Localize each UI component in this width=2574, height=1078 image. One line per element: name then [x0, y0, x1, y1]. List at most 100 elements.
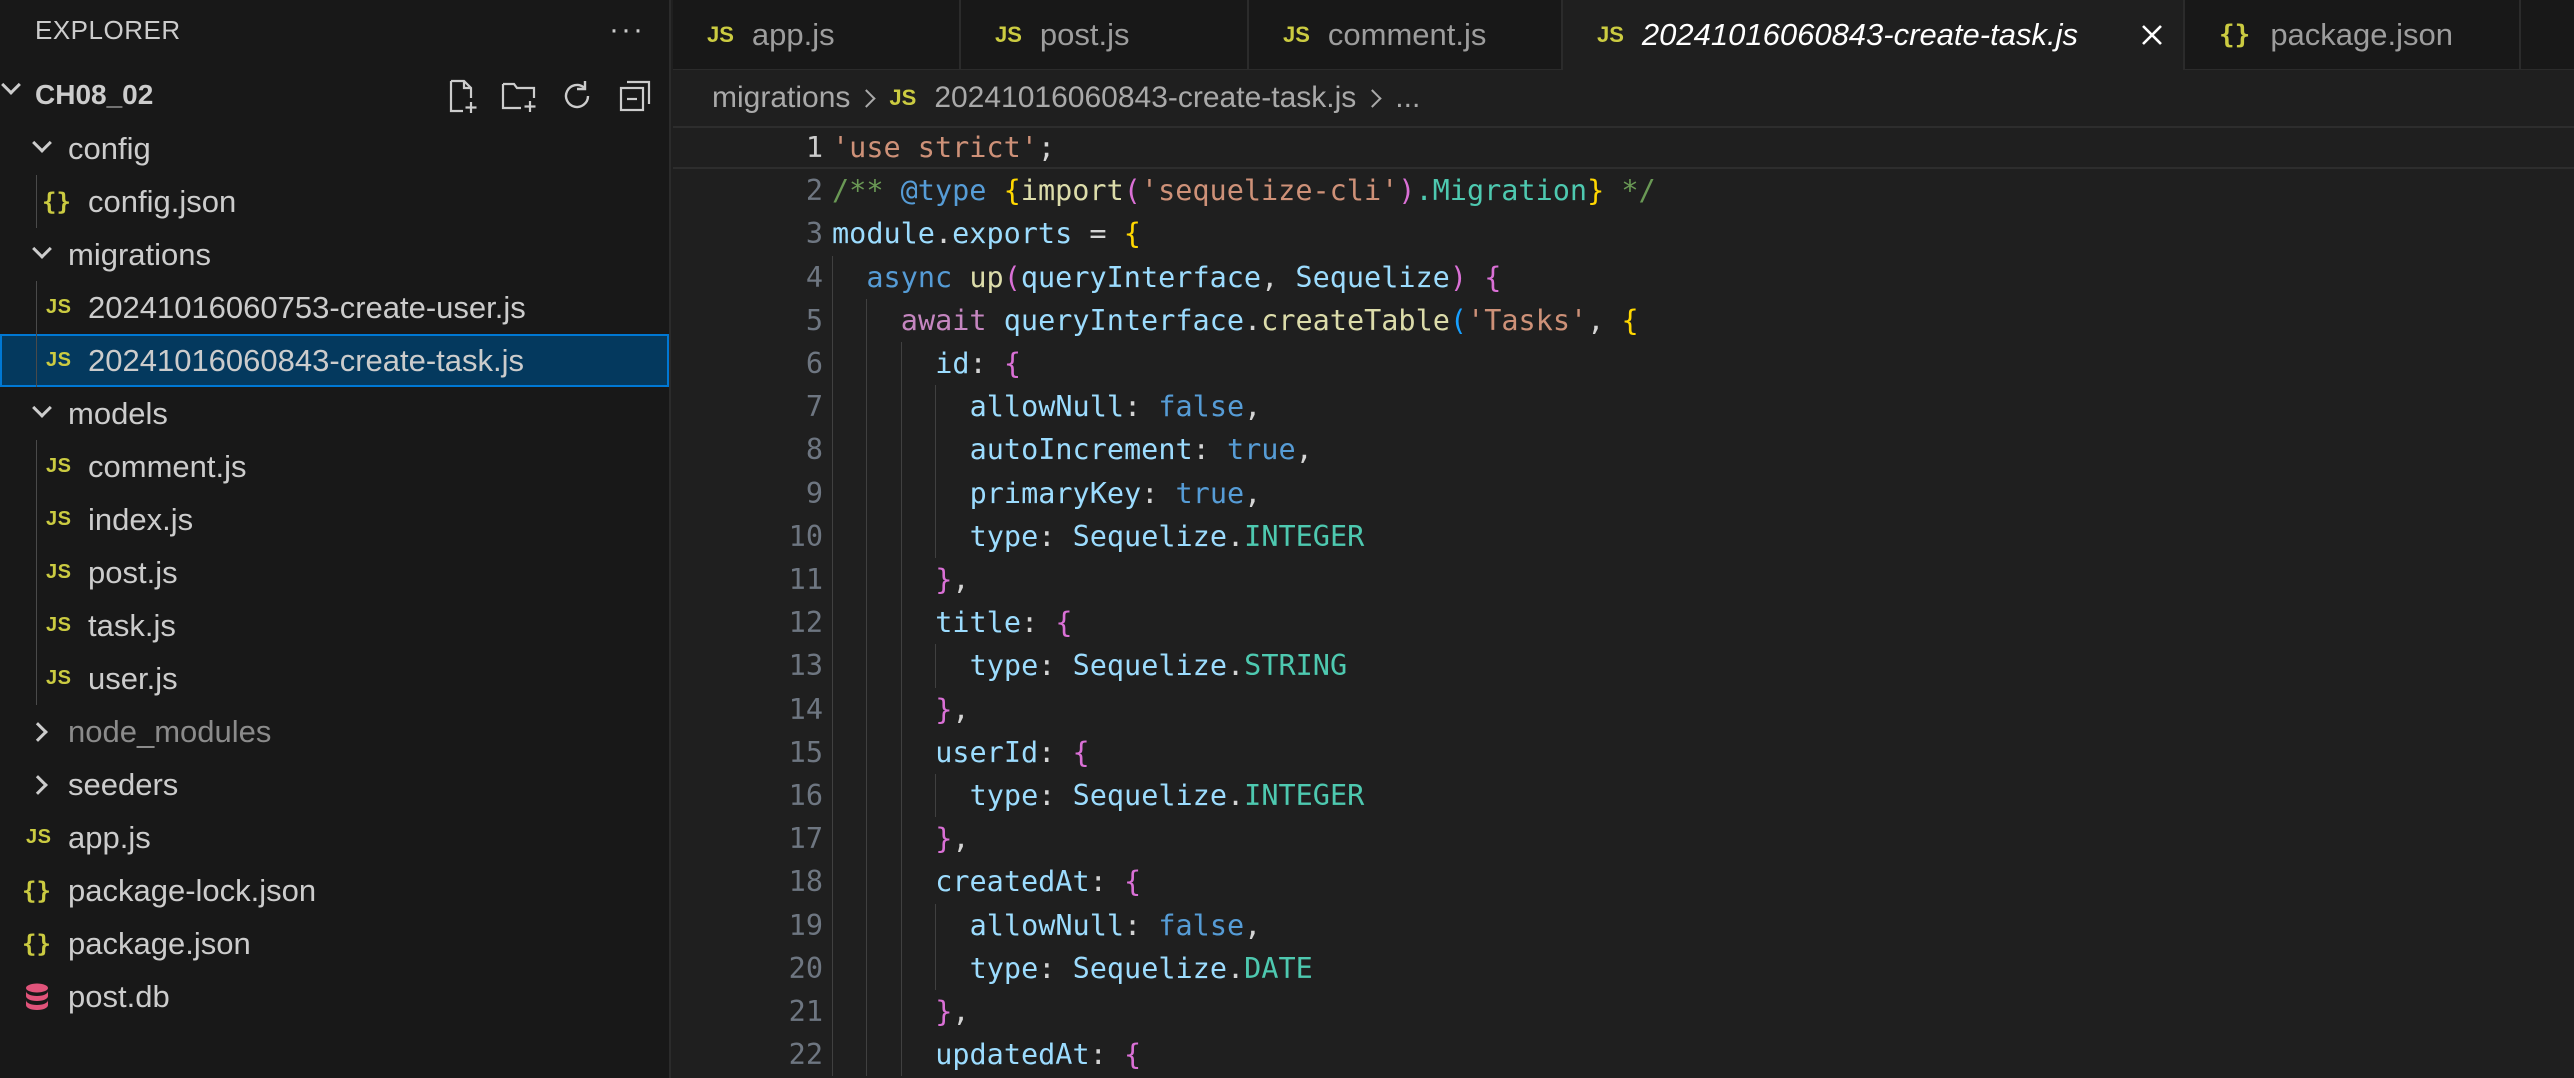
code-line[interactable]: 11},	[673, 558, 2574, 602]
code-line[interactable]: 8 autoIncrement: true,	[673, 428, 2574, 472]
indent-guide	[832, 342, 833, 386]
tree-item-user-js[interactable]: JS user.js	[0, 652, 669, 705]
tab-post-js[interactable]: JS post.js	[961, 0, 1249, 70]
collapse-all-icon[interactable]	[615, 76, 655, 116]
code-line[interactable]: 20 type: Sequelize.DATE	[673, 946, 2574, 990]
new-folder-icon[interactable]	[499, 76, 539, 116]
tree-item-index-js[interactable]: JS index.js	[0, 493, 669, 546]
indent-guide	[866, 946, 868, 990]
tree-item-migrations[interactable]: migrations	[0, 228, 669, 281]
line-number: 13	[788, 649, 823, 683]
indent-guide	[866, 1033, 868, 1077]
tree-item-label: index.js	[88, 501, 194, 537]
indent-guide	[900, 774, 902, 818]
code-line[interactable]: 7 allowNull: false,	[673, 385, 2574, 429]
chevron-down-icon	[32, 398, 52, 418]
tree-item-task-js[interactable]: JS task.js	[0, 599, 669, 652]
indent-guide	[832, 946, 833, 990]
indent-guide	[832, 774, 833, 818]
line-number: 21	[788, 995, 823, 1028]
tab-label: comment.js	[1327, 17, 1487, 52]
line-number: 11	[788, 563, 823, 596]
tree-item-20241016060843-create-task-js[interactable]: JS 20241016060843-create-task.js	[0, 334, 669, 387]
code-line[interactable]: 21},	[673, 990, 2574, 1034]
indent-guide	[36, 599, 37, 652]
code-line[interactable]: 22 updatedAt: {	[673, 1033, 2574, 1077]
indent-guide	[935, 514, 937, 558]
indent-guide	[900, 903, 902, 947]
indent-guide	[36, 652, 37, 705]
tab-20241016060843-create-task-js[interactable]: JS 20241016060843-create-task.js	[1563, 0, 2185, 70]
tree-item-models[interactable]: models	[0, 387, 669, 440]
line-number: 9	[805, 476, 823, 510]
code-line[interactable]: 18 createdAt: {	[673, 860, 2574, 904]
line-number: 12	[788, 606, 823, 640]
tree-item-node-modules[interactable]: node_modules	[0, 705, 669, 758]
js-file-icon: JS	[46, 667, 72, 689]
tree-item-package-json[interactable]: {} package.json	[0, 917, 669, 970]
code-line[interactable]: 10 type: Sequelize.INTEGER	[673, 514, 2574, 558]
code-text: 'use strict';	[832, 131, 1056, 164]
indent-guide	[866, 514, 868, 558]
js-file-icon: JS	[46, 455, 72, 477]
indent-guide	[36, 281, 37, 334]
code-line[interactable]: 1 'use strict';	[673, 126, 2574, 169]
breadcrumb-folder[interactable]: migrations	[712, 81, 850, 115]
more-actions-icon[interactable]: ···	[609, 13, 645, 47]
code-line[interactable]: 16 type: Sequelize.INTEGER	[673, 774, 2574, 818]
tree-item-app-js[interactable]: JS app.js	[0, 811, 669, 864]
explorer-title: EXPLORER	[35, 14, 181, 45]
indent-guide	[900, 1033, 902, 1077]
indent-guide	[900, 514, 902, 558]
tree-item-label: comment.js	[88, 448, 247, 484]
tab-app-js[interactable]: JS app.js	[673, 0, 961, 70]
line-number: 6	[805, 347, 823, 380]
tree-item-post-js[interactable]: JS post.js	[0, 546, 669, 599]
tree-item-config-json[interactable]: {} config.json	[0, 175, 669, 228]
new-file-icon[interactable]	[441, 76, 481, 116]
code-line[interactable]: 5 await queryInterface.createTable('Tasks…	[673, 298, 2574, 342]
breadcrumb-more[interactable]: ...	[1395, 81, 1420, 115]
refresh-icon[interactable]	[557, 76, 597, 116]
breadcrumb-file[interactable]: 20241016060843-create-task.js	[934, 81, 1356, 115]
line-number: 1	[805, 131, 823, 164]
indent-guide	[832, 687, 833, 731]
code-line[interactable]: 17},	[673, 817, 2574, 861]
tree-item-post-db[interactable]: post.db	[0, 970, 669, 1023]
code-line[interactable]: 6 id: {	[673, 342, 2574, 386]
code-line[interactable]: 19 allowNull: false,	[673, 903, 2574, 947]
indent-guide	[832, 558, 833, 602]
indent-guide	[866, 644, 868, 688]
indent-guide	[866, 342, 868, 386]
code-line[interactable]: 13 type: Sequelize.STRING	[673, 644, 2574, 688]
indent-guide	[935, 644, 937, 688]
tree-item-label: app.js	[68, 819, 151, 855]
code-line[interactable]: 9 primaryKey: true,	[673, 471, 2574, 515]
indent-guide	[935, 774, 937, 818]
tree-item-seeders[interactable]: seeders	[0, 758, 669, 811]
code-line[interactable]: 4 async up(queryInterface, Sequelize) {	[673, 255, 2574, 299]
indent-guide	[935, 471, 937, 515]
code-line[interactable]: 3 module.exports = {	[673, 212, 2574, 255]
code-text: type: Sequelize.INTEGER	[969, 519, 1365, 553]
indent-guide	[866, 558, 868, 602]
code-line[interactable]: 14},	[673, 687, 2574, 731]
database-icon	[24, 982, 50, 1020]
tab-package-json[interactable]: {} package.json	[2185, 0, 2521, 70]
tree-item-label: config.json	[88, 183, 237, 219]
tab-comment-js[interactable]: JS comment.js	[1249, 0, 1563, 70]
code-editor[interactable]: 1 'use strict'; 2 /** @type {import('sequel…	[673, 126, 2574, 1078]
code-text: type: Sequelize.INTEGER	[969, 779, 1365, 812]
close-icon[interactable]	[2137, 20, 2167, 50]
code-line[interactable]: 12 title: {	[673, 601, 2574, 645]
project-folder-row[interactable]: CH08_02	[0, 68, 669, 122]
code-line[interactable]: 2 /** @type {import('sequelize-cli').Migr…	[673, 169, 2574, 212]
tree-item-package-lock-json[interactable]: {} package-lock.json	[0, 864, 669, 917]
indent-guide	[832, 903, 833, 947]
tree-item-comment-js[interactable]: JS comment.js	[0, 440, 669, 493]
breadcrumb: migrations JS 20241016060843-create-task…	[712, 70, 1420, 126]
explorer-actions	[441, 76, 655, 116]
code-line[interactable]: 15 userId: {	[673, 730, 2574, 774]
tree-item-config[interactable]: config	[0, 122, 669, 175]
tree-item-20241016060753-create-user-js[interactable]: JS 20241016060753-create-user.js	[0, 281, 669, 334]
